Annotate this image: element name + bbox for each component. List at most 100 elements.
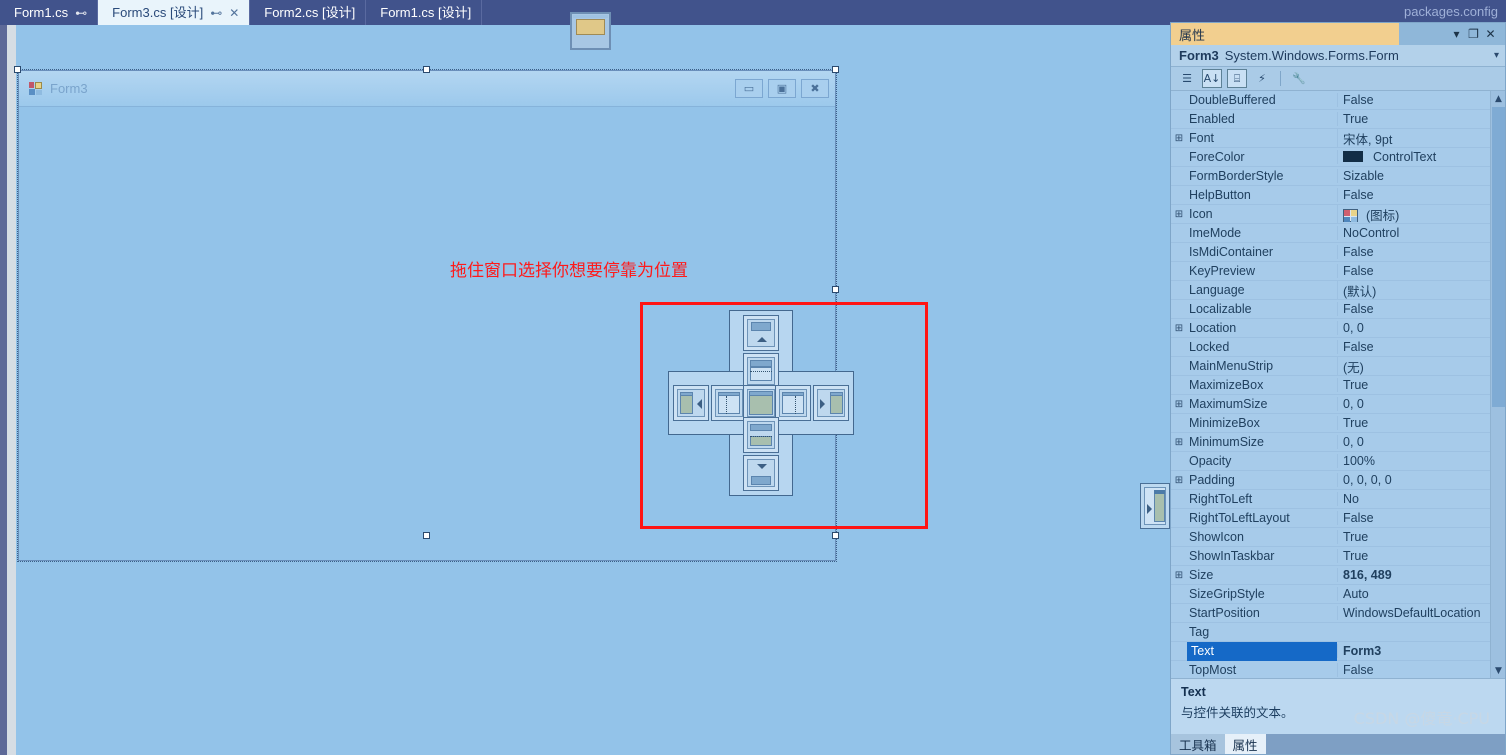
property-value[interactable]: 0, 0 — [1337, 435, 1505, 449]
form-maximize-button[interactable]: ▣ — [768, 79, 796, 98]
properties-object-selector[interactable]: Form3 System.Windows.Forms.Form ▾ — [1171, 45, 1505, 67]
property-row[interactable]: ForeColor ControlText — [1171, 148, 1505, 167]
pin-icon[interactable]: ⊷ — [75, 6, 87, 20]
chevron-down-icon[interactable]: ▾ — [1448, 26, 1465, 43]
property-value[interactable]: False — [1337, 340, 1505, 354]
bottom-tab-toolbox[interactable]: 工具箱 — [1171, 734, 1225, 754]
property-value[interactable]: ControlText — [1337, 150, 1505, 164]
property-value[interactable]: 宋体, 9pt — [1337, 128, 1505, 148]
dock-right-outer-button[interactable] — [813, 385, 849, 421]
property-row[interactable]: MainMenuStrip (无) — [1171, 356, 1505, 376]
property-row[interactable]: Language (默认) — [1171, 280, 1505, 300]
property-value[interactable]: True — [1337, 416, 1505, 430]
bottom-tab-properties[interactable]: 属性 — [1224, 734, 1266, 754]
form-minimize-button[interactable]: ▭ — [735, 79, 763, 98]
property-row[interactable]: RightToLeft No — [1171, 490, 1505, 509]
dock-bottom-inner-button[interactable] — [743, 417, 779, 453]
property-row[interactable]: ⊞ Size 816, 489 — [1171, 566, 1505, 585]
expander-icon[interactable]: ⊞ — [1171, 570, 1187, 581]
expander-icon[interactable]: ⊞ — [1171, 399, 1187, 410]
property-row[interactable]: TopMost False — [1171, 661, 1505, 678]
maximize-icon[interactable]: ❐ — [1465, 26, 1482, 43]
property-value[interactable]: False — [1337, 245, 1505, 259]
property-row[interactable]: ImeMode NoControl — [1171, 224, 1505, 243]
property-value[interactable]: 0, 0 — [1337, 321, 1505, 335]
property-value[interactable]: False — [1337, 264, 1505, 278]
property-value[interactable]: True — [1337, 549, 1505, 563]
properties-scrollbar[interactable]: ▲ ▼ — [1490, 91, 1505, 678]
property-value[interactable]: (图标) — [1337, 204, 1505, 224]
dock-top-inner-button[interactable] — [743, 353, 779, 389]
property-value[interactable]: WindowsDefaultLocation — [1337, 606, 1505, 620]
property-row[interactable]: Locked False — [1171, 338, 1505, 357]
form-designer-surface[interactable]: Form3 ▭ ▣ ✖ 拖住窗口选择你想要停靠为位置 — [0, 25, 1170, 755]
tab-form3-cs-design[interactable]: Form3.cs [设计] ⊷ ✕ — [98, 0, 251, 25]
property-row[interactable]: Enabled True — [1171, 110, 1505, 129]
categorized-icon[interactable]: ☰ — [1177, 69, 1197, 88]
property-value[interactable]: True — [1337, 378, 1505, 392]
tab-form2-cs-design[interactable]: Form2.cs [设计] — [250, 0, 367, 25]
dock-top-outer-button[interactable] — [743, 315, 779, 351]
property-row[interactable]: ⊞ MinimumSize 0, 0 — [1171, 433, 1505, 452]
expander-icon[interactable]: ⊞ — [1171, 133, 1187, 144]
property-value[interactable]: False — [1337, 188, 1505, 202]
events-lightning-icon[interactable]: ⚡ — [1252, 69, 1272, 88]
dock-guide-diamond[interactable] — [668, 310, 854, 496]
property-value[interactable]: 0, 0, 0, 0 — [1337, 473, 1505, 487]
property-value[interactable]: False — [1337, 511, 1505, 525]
wrench-icon[interactable]: 🔧 — [1289, 69, 1309, 88]
property-row[interactable]: DoubleBuffered False — [1171, 91, 1505, 110]
selection-handle-middle-right[interactable] — [832, 286, 839, 293]
property-value[interactable]: 100% — [1337, 454, 1505, 468]
dock-bottom-outer-button[interactable] — [743, 455, 779, 491]
property-row[interactable]: HelpButton False — [1171, 186, 1505, 205]
property-row[interactable]: ⊞ Font 宋体, 9pt — [1171, 128, 1505, 148]
window-drag-preview[interactable] — [570, 12, 611, 50]
expander-icon[interactable]: ⊞ — [1171, 437, 1187, 448]
property-row[interactable]: Tag — [1171, 623, 1505, 642]
close-icon[interactable]: ✕ — [1482, 26, 1499, 43]
property-value[interactable]: Auto — [1337, 587, 1505, 601]
property-row[interactable]: ShowIcon True — [1171, 528, 1505, 547]
properties-panel[interactable]: 属性 ▾ ❐ ✕ Form3 System.Windows.Forms.Form… — [1170, 22, 1506, 755]
alphabetical-sort-icon[interactable]: A↓ — [1202, 69, 1222, 88]
dock-right-edge-guide[interactable] — [1140, 483, 1170, 529]
scroll-up-arrow-icon[interactable]: ▲ — [1491, 91, 1505, 106]
tab-form1-cs-design[interactable]: Form1.cs [设计] — [366, 0, 483, 25]
property-value[interactable]: 816, 489 — [1337, 568, 1505, 582]
property-row[interactable]: Text Form3 — [1171, 641, 1505, 661]
dock-center-button[interactable] — [743, 385, 779, 421]
dock-left-inner-button[interactable] — [711, 385, 747, 421]
tab-packages-config[interactable]: packages.config — [1404, 4, 1498, 19]
form-close-button[interactable]: ✖ — [801, 79, 829, 98]
property-value[interactable]: 0, 0 — [1337, 397, 1505, 411]
property-value[interactable]: (无) — [1337, 356, 1505, 376]
scroll-down-arrow-icon[interactable]: ▼ — [1491, 663, 1505, 678]
expander-icon[interactable]: ⊞ — [1171, 475, 1187, 486]
pin-icon[interactable]: ⊷ — [210, 6, 222, 20]
tab-form1-cs[interactable]: Form1.cs ⊷ — [0, 0, 99, 25]
property-value[interactable]: (默认) — [1337, 280, 1505, 300]
expander-icon[interactable]: ⊞ — [1171, 209, 1187, 220]
property-row[interactable]: ⊞ Icon (图标) — [1171, 204, 1505, 224]
selection-handle-bottom-center[interactable] — [423, 532, 430, 539]
dock-left-outer-button[interactable] — [673, 385, 709, 421]
property-row[interactable]: KeyPreview False — [1171, 262, 1505, 281]
property-row[interactable]: MinimizeBox True — [1171, 414, 1505, 433]
property-value[interactable]: False — [1337, 302, 1505, 316]
properties-grid[interactable]: DoubleBuffered False Enabled True ⊞ Font 宋体, 9… — [1171, 91, 1505, 678]
property-row[interactable]: SizeGripStyle Auto — [1171, 585, 1505, 604]
selection-handle-top-left[interactable] — [14, 66, 21, 73]
property-value[interactable]: Form3 — [1337, 644, 1505, 658]
property-value[interactable]: True — [1337, 530, 1505, 544]
property-value[interactable]: Sizable — [1337, 169, 1505, 183]
selection-handle-bottom-right[interactable] — [832, 532, 839, 539]
property-row[interactable]: ⊞ MaximumSize 0, 0 — [1171, 395, 1505, 414]
scrollbar-thumb[interactable] — [1492, 107, 1505, 407]
property-row[interactable]: FormBorderStyle Sizable — [1171, 167, 1505, 186]
property-row[interactable]: Opacity 100% — [1171, 452, 1505, 471]
selection-handle-top-right[interactable] — [832, 66, 839, 73]
property-row[interactable]: MaximizeBox True — [1171, 376, 1505, 395]
property-value[interactable]: False — [1337, 663, 1505, 677]
selection-handle-top-center[interactable] — [423, 66, 430, 73]
